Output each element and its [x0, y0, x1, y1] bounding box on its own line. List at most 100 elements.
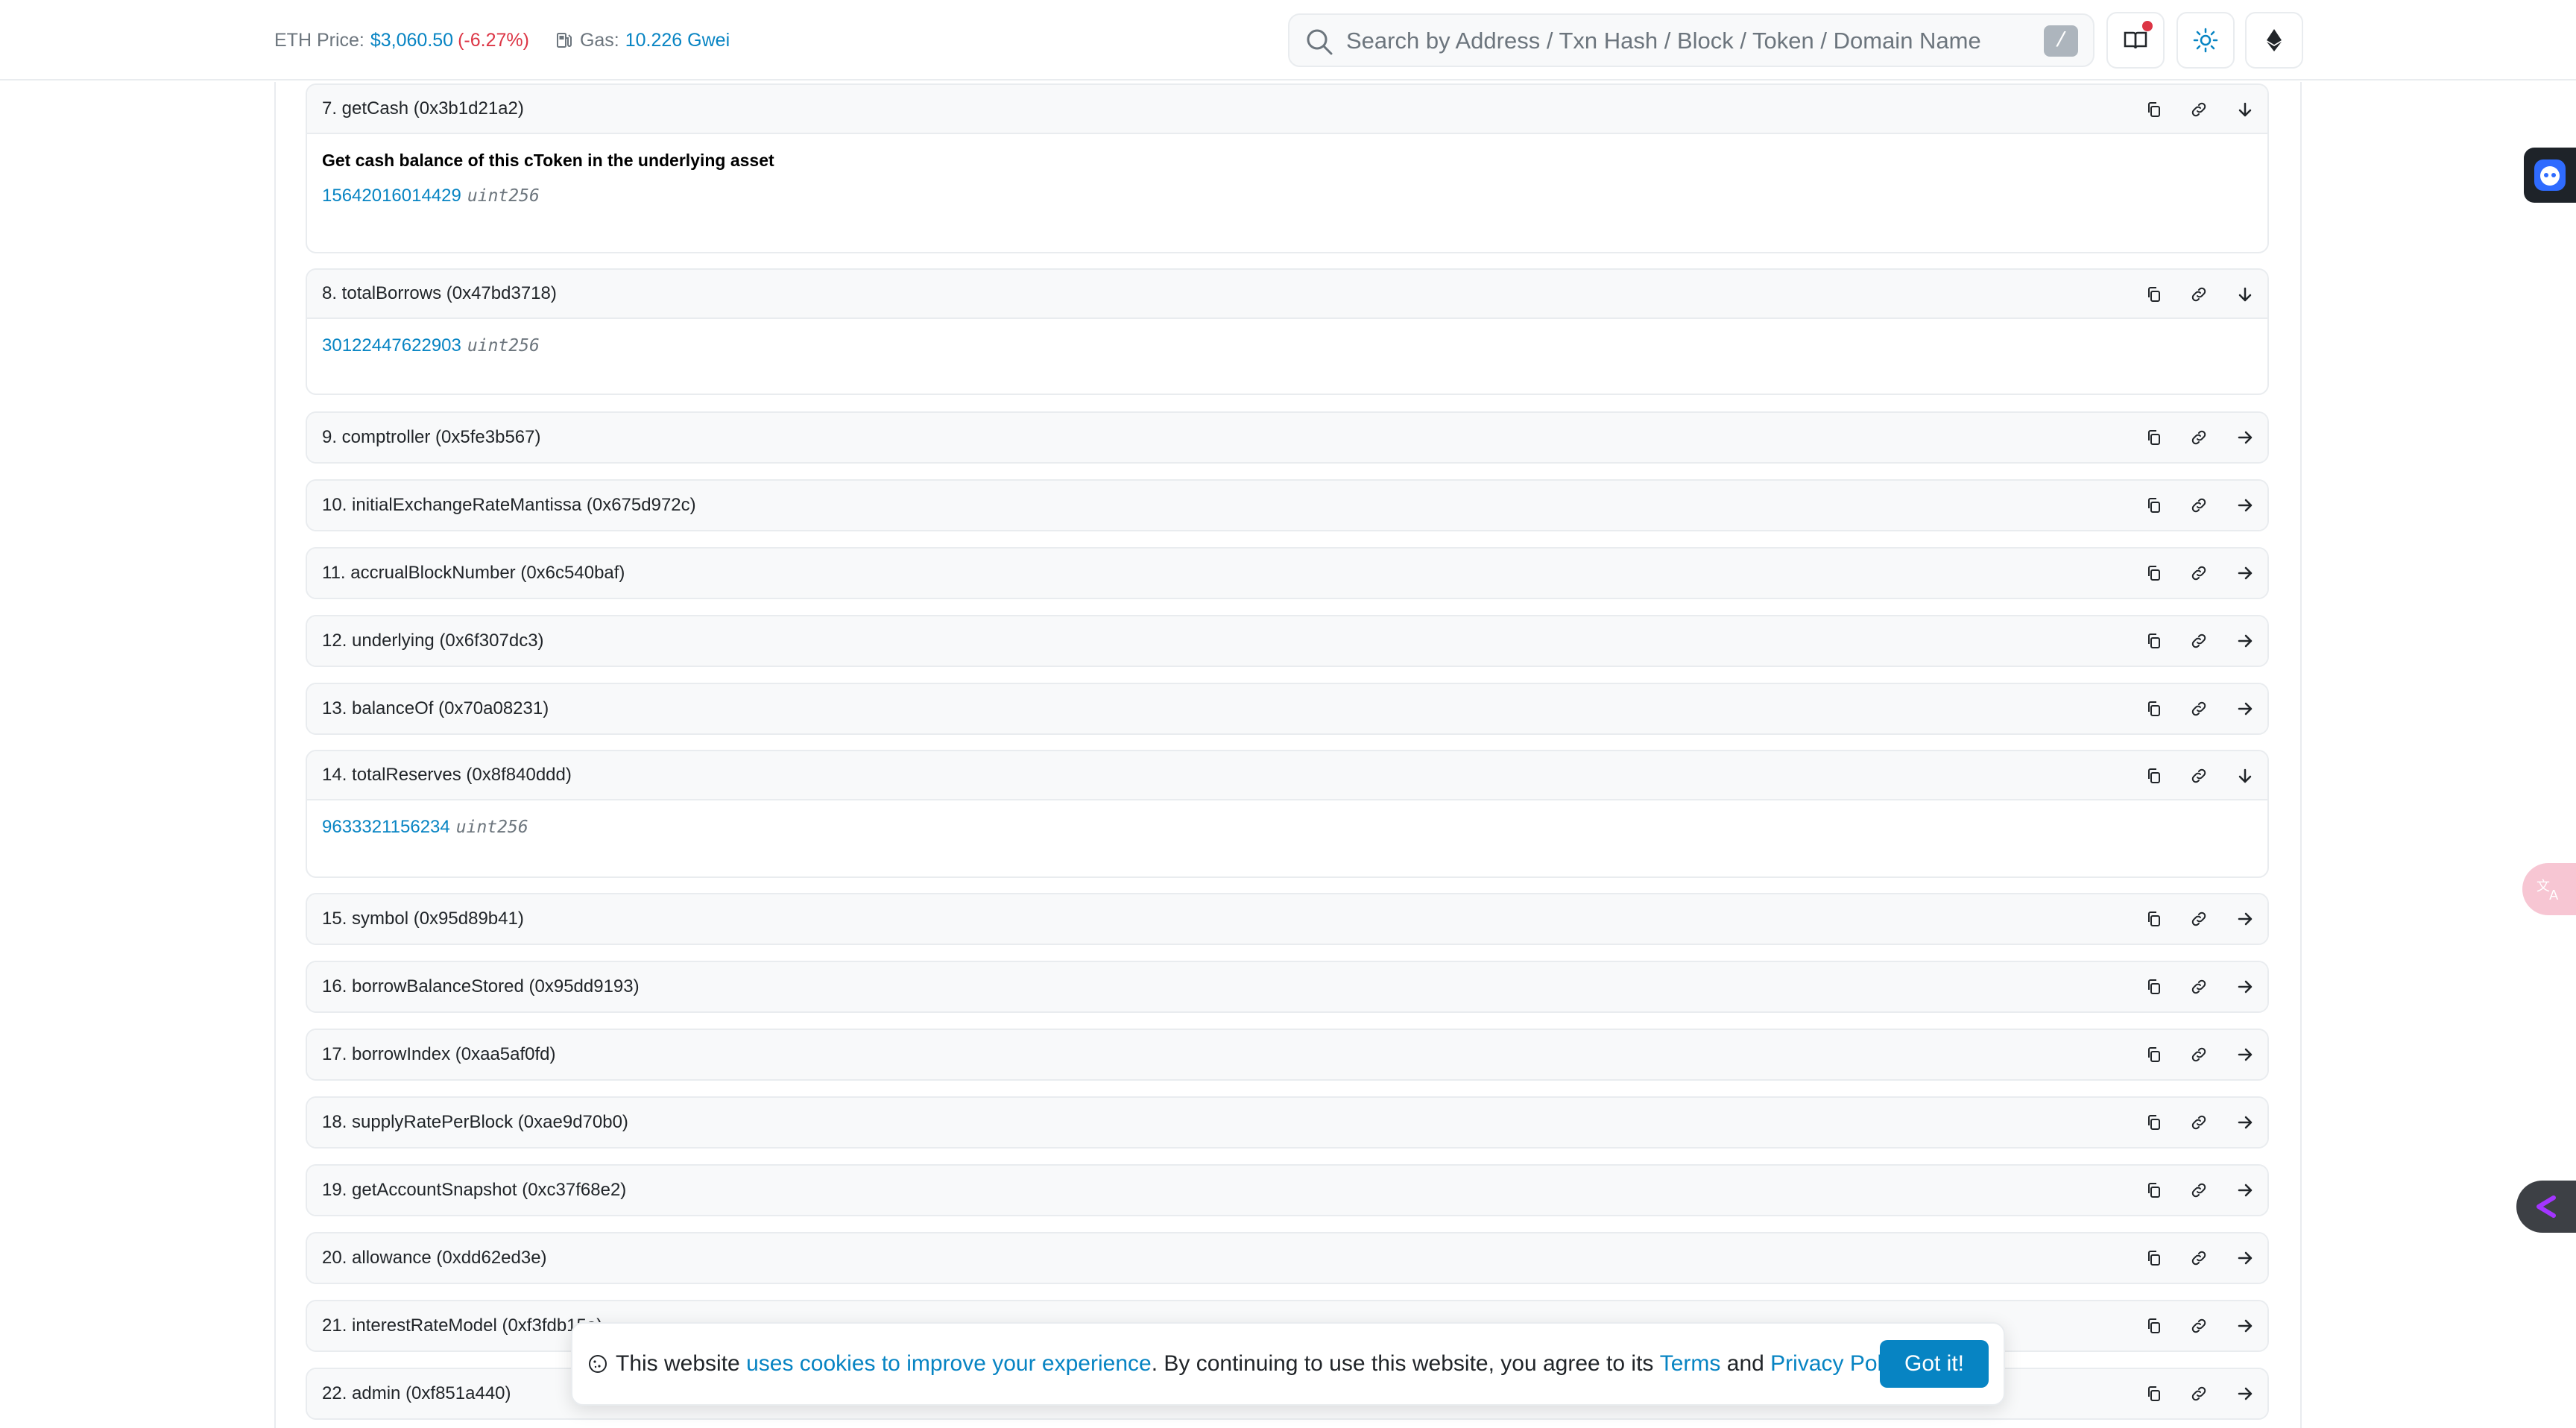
link-icon[interactable] [2188, 1044, 2209, 1065]
cookie-text-1: This website [616, 1351, 740, 1376]
function-header[interactable]: 17. borrowIndex (0xaa5af0fd) [307, 1030, 2267, 1079]
link-icon[interactable] [2188, 1383, 2209, 1404]
function-item[interactable]: 20. allowance (0xdd62ed3e) [306, 1232, 2269, 1284]
function-label: 20. allowance (0xdd62ed3e) [322, 1248, 547, 1268]
copy-icon[interactable] [2144, 1180, 2165, 1201]
copy-icon[interactable] [2144, 1248, 2165, 1269]
link-icon[interactable] [2188, 427, 2209, 448]
copy-icon[interactable] [2144, 909, 2165, 929]
copy-icon[interactable] [2144, 765, 2165, 786]
copy-icon[interactable] [2144, 976, 2165, 997]
link-icon[interactable] [2188, 909, 2209, 929]
function-item[interactable]: 12. underlying (0x6f307dc3) [306, 615, 2269, 667]
link-icon[interactable] [2188, 631, 2209, 651]
function-item[interactable]: 16. borrowBalanceStored (0x95dd9193) [306, 961, 2269, 1013]
search-box[interactable]: / [1288, 13, 2094, 67]
ai-assistant-button[interactable] [2524, 148, 2576, 203]
arrow-right-icon[interactable] [2235, 495, 2255, 516]
notifications-button[interactable] [2106, 12, 2165, 69]
copy-icon[interactable] [2144, 427, 2165, 448]
arrow-right-icon[interactable] [2235, 1248, 2255, 1269]
link-icon[interactable] [2188, 1180, 2209, 1201]
function-header[interactable]: 12. underlying (0x6f307dc3) [307, 616, 2267, 666]
copy-icon[interactable] [2144, 1383, 2165, 1404]
arrow-right-icon[interactable] [2235, 631, 2255, 651]
function-header[interactable]: 20. allowance (0xdd62ed3e) [307, 1233, 2267, 1283]
translate-button[interactable]: 文 A [2522, 863, 2576, 915]
function-header[interactable]: 11. accrualBlockNumber (0x6c540baf) [307, 549, 2267, 598]
link-icon[interactable] [2188, 698, 2209, 719]
function-label: 8. totalBorrows (0x47bd3718) [322, 283, 557, 303]
result-value[interactable]: 30122447622903 [322, 335, 461, 356]
notification-dot [2142, 21, 2153, 31]
function-item[interactable]: 15. symbol (0x95d89b41) [306, 893, 2269, 945]
function-header[interactable]: 10. initialExchangeRateMantissa (0x675d9… [307, 481, 2267, 530]
copy-icon[interactable] [2144, 631, 2165, 651]
arrow-right-icon[interactable] [2235, 1044, 2255, 1065]
arrow-down-icon[interactable] [2235, 99, 2255, 120]
function-header[interactable]: 9. comptroller (0x5fe3b567) [307, 413, 2267, 462]
theme-toggle-button[interactable] [2176, 12, 2235, 69]
copy-icon[interactable] [2144, 698, 2165, 719]
copy-icon[interactable] [2144, 284, 2165, 305]
search-input[interactable] [1346, 25, 2002, 57]
arrow-right-icon[interactable] [2235, 976, 2255, 997]
link-icon[interactable] [2188, 976, 2209, 997]
copy-icon[interactable] [2144, 563, 2165, 584]
arrow-right-icon[interactable] [2235, 1112, 2255, 1133]
cookie-policy-link[interactable]: uses cookies to improve your experience [746, 1351, 1152, 1377]
result-value[interactable]: 15642016014429 [322, 186, 461, 206]
gas-value[interactable]: 10.226 Gwei [625, 30, 730, 51]
function-item[interactable]: 17. borrowIndex (0xaa5af0fd) [306, 1029, 2269, 1081]
arrow-right-icon[interactable] [2235, 1383, 2255, 1404]
arrow-right-icon[interactable] [2235, 563, 2255, 584]
arrow-right-icon[interactable] [2235, 698, 2255, 719]
terms-link[interactable]: Terms [1660, 1351, 1721, 1377]
function-label: 17. borrowIndex (0xaa5af0fd) [322, 1044, 556, 1064]
function-item[interactable]: 9. comptroller (0x5fe3b567) [306, 411, 2269, 464]
function-header[interactable]: 14. totalReserves (0x8f840ddd) [307, 751, 2267, 800]
gas-label: Gas: [579, 29, 619, 51]
function-header[interactable]: 7. getCash (0x3b1d21a2) [307, 85, 2267, 134]
function-label: 10. initialExchangeRateMantissa (0x675d9… [322, 495, 696, 515]
cookie-accept-button[interactable]: Got it! [1880, 1340, 1989, 1388]
function-item[interactable]: 10. initialExchangeRateMantissa (0x675d9… [306, 479, 2269, 531]
function-item[interactable]: 13. balanceOf (0x70a08231) [306, 683, 2269, 735]
link-icon[interactable] [2188, 284, 2209, 305]
arrow-right-icon[interactable] [2235, 909, 2255, 929]
function-item[interactable]: 19. getAccountSnapshot (0xc37f68e2) [306, 1164, 2269, 1216]
function-item: 8. totalBorrows (0x47bd3718) 30122447622… [306, 268, 2269, 395]
copy-icon[interactable] [2144, 1112, 2165, 1133]
arrow-down-icon[interactable] [2235, 765, 2255, 786]
arrow-right-icon[interactable] [2235, 1180, 2255, 1201]
ethereum-icon [2267, 29, 2282, 51]
function-header[interactable]: 19. getAccountSnapshot (0xc37f68e2) [307, 1166, 2267, 1215]
copy-icon[interactable] [2144, 1315, 2165, 1336]
function-header[interactable]: 18. supplyRatePerBlock (0xae9d70b0) [307, 1098, 2267, 1147]
cookie-text-2: . By continuing to use this website, you… [1151, 1351, 1654, 1376]
function-header[interactable]: 16. borrowBalanceStored (0x95dd9193) [307, 962, 2267, 1011]
function-item[interactable]: 11. accrualBlockNumber (0x6c540baf) [306, 547, 2269, 599]
link-icon[interactable] [2188, 1248, 2209, 1269]
copy-icon[interactable] [2144, 1044, 2165, 1065]
result-value[interactable]: 9633321156234 [322, 817, 450, 838]
arrow-right-icon[interactable] [2235, 427, 2255, 448]
function-item[interactable]: 18. supplyRatePerBlock (0xae9d70b0) [306, 1096, 2269, 1149]
network-button[interactable] [2245, 12, 2303, 69]
link-icon[interactable] [2188, 765, 2209, 786]
function-header[interactable]: 13. balanceOf (0x70a08231) [307, 684, 2267, 733]
copy-icon[interactable] [2144, 99, 2165, 120]
link-icon[interactable] [2188, 1315, 2209, 1336]
link-icon[interactable] [2188, 1112, 2209, 1133]
function-label: 9. comptroller (0x5fe3b567) [322, 427, 541, 447]
link-icon[interactable] [2188, 99, 2209, 120]
copy-icon[interactable] [2144, 495, 2165, 516]
extension-button[interactable] [2516, 1181, 2576, 1233]
arrow-down-icon[interactable] [2235, 284, 2255, 305]
eth-price-value[interactable]: $3,060.50 [370, 30, 453, 51]
function-header[interactable]: 8. totalBorrows (0x47bd3718) [307, 270, 2267, 319]
arrow-right-icon[interactable] [2235, 1315, 2255, 1336]
link-icon[interactable] [2188, 563, 2209, 584]
link-icon[interactable] [2188, 495, 2209, 516]
function-header[interactable]: 15. symbol (0x95d89b41) [307, 894, 2267, 944]
